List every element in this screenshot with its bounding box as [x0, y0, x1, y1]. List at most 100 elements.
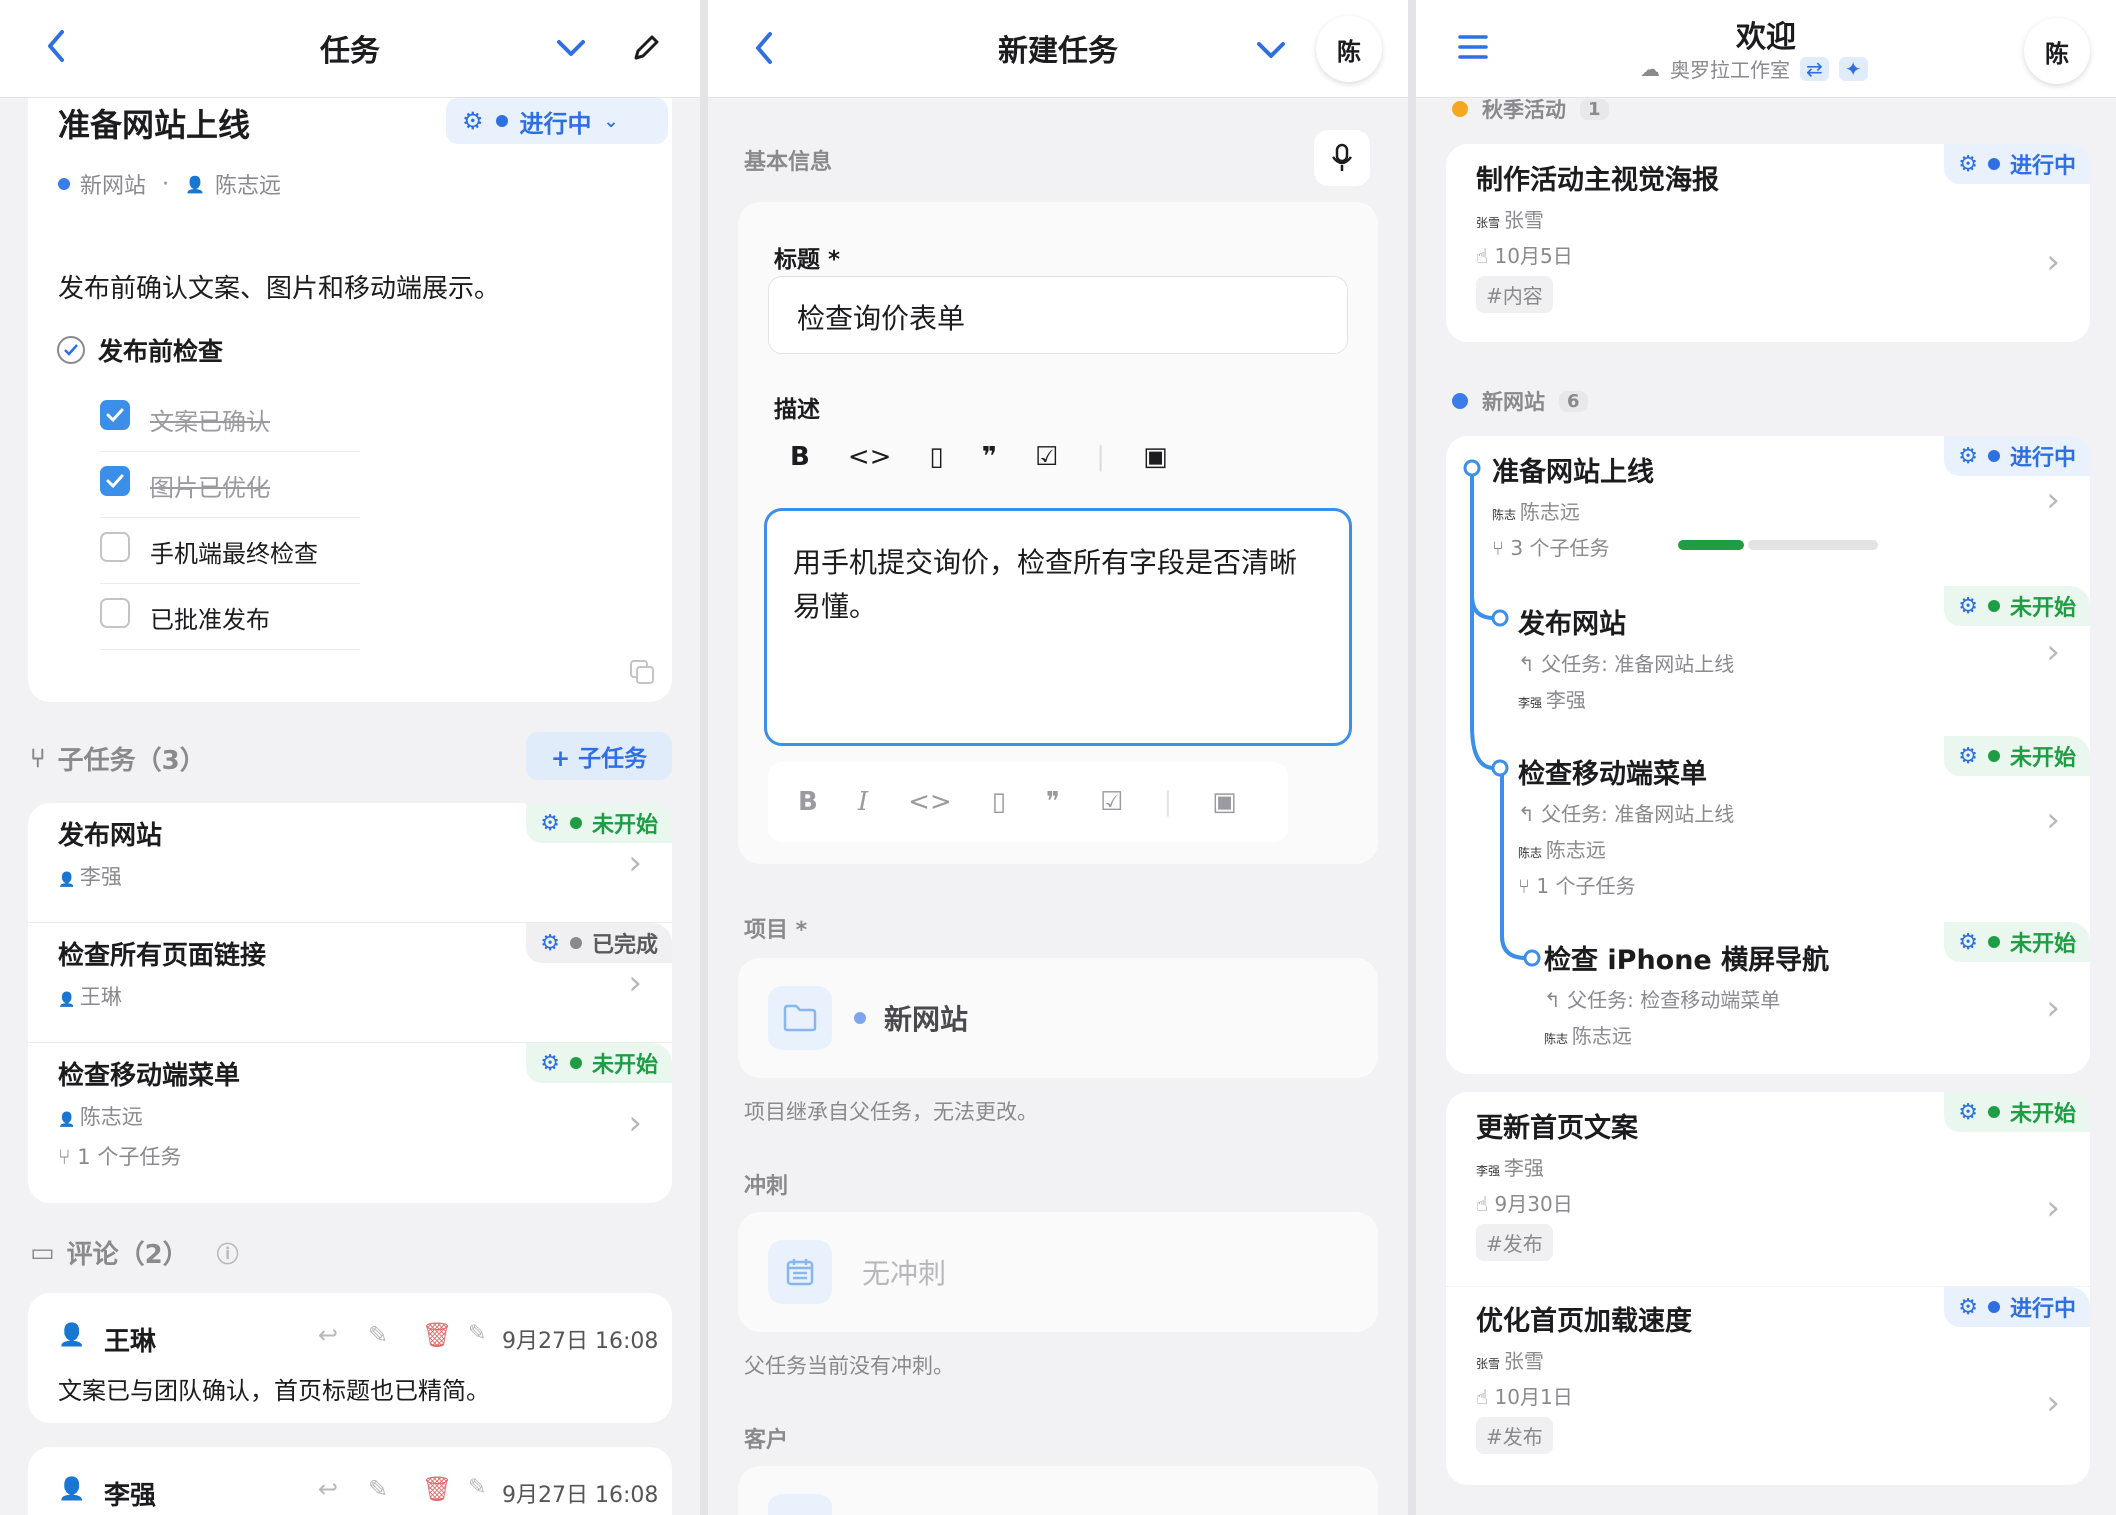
status-label: 未开始	[2009, 746, 2076, 771]
format-toolbar-bottom: B I <> ▯ ❞ ☑ | ▣	[768, 762, 1288, 842]
chevron-right-icon: ›	[628, 963, 642, 1003]
checklist-item[interactable]: 文案已确认	[100, 386, 360, 452]
task-title[interactable]: 发布网站	[1518, 602, 1626, 641]
chevron-down-icon: ⌄	[603, 110, 619, 132]
image-icon[interactable]: ▣	[1212, 787, 1237, 817]
add-subtask-button[interactable]: + 子任务	[526, 732, 672, 780]
progress-fill	[1678, 540, 1744, 550]
status-selector[interactable]: ⚙ 进行中 ⌄	[446, 98, 668, 144]
title-input[interactable]: 检查询价表单	[768, 276, 1348, 354]
task-title[interactable]: 准备网站上线	[1492, 450, 1654, 489]
gear-icon: ⚙	[1958, 1294, 1978, 1320]
swap-icon[interactable]: ⇄	[1800, 56, 1829, 81]
status-badge[interactable]: ⚙ 未开始	[1944, 586, 2090, 626]
subtask-row[interactable]: 发布网站 👤 李强 ⚙ 未开始 ›	[28, 803, 672, 923]
group-header[interactable]: 秋季活动 1	[1452, 94, 1609, 124]
description-editor[interactable]: 用手机提交询价，检查所有字段是否清晰易懂。	[764, 508, 1352, 746]
task-title[interactable]: 检查移动端菜单	[1518, 752, 1707, 791]
status-badge[interactable]: ⚙ 未开始	[526, 803, 672, 843]
user-avatar-button[interactable]: 陈	[1316, 16, 1382, 82]
reply-icon[interactable]: ↩	[318, 1321, 338, 1349]
subtask-title: 发布网站	[58, 821, 163, 851]
cloud-icon: ☁	[1640, 56, 1660, 81]
user-avatar-button[interactable]: 陈	[2024, 18, 2090, 84]
edit-icon[interactable]: ✎	[368, 1321, 388, 1349]
status-badge[interactable]: ⚙ 未开始	[1944, 736, 2090, 776]
checklist-item[interactable]: 手机端最终检查	[100, 518, 360, 584]
status-label: 未开始	[2009, 932, 2076, 957]
status-dot	[1987, 936, 2000, 948]
quote-icon[interactable]: ❞	[1046, 787, 1060, 817]
avatar: 陈志	[1492, 508, 1520, 522]
nav-bar: 新建任务 陈	[708, 0, 1408, 98]
hand-icon: ☝	[1476, 244, 1495, 268]
task-assignee: 陈志 陈志远	[1492, 496, 1580, 525]
subtask-assignee: 👤 王琳	[58, 981, 122, 1011]
checkbox[interactable]	[100, 400, 130, 430]
project-field[interactable]: 新网站	[738, 958, 1378, 1078]
task-tag: #内容	[1476, 276, 1553, 313]
sparkle-icon[interactable]: ✦	[1838, 56, 1868, 81]
code-icon[interactable]: <>	[908, 787, 952, 817]
status-badge[interactable]: ⚙ 已完成	[526, 923, 672, 963]
task-card[interactable]: 制作活动主视觉海报 张雪 张雪 ☝ 10月5日 #内容 ⚙ 进行中 ›	[1446, 144, 2090, 342]
task-title[interactable]: 检查 iPhone 横屏导航	[1544, 938, 1829, 977]
chevron-right-icon: ›	[2046, 988, 2060, 1028]
status-badge[interactable]: ⚙ 未开始	[1944, 1092, 2090, 1132]
status-dot	[1987, 450, 2000, 462]
date-label: 10月5日	[1494, 244, 1573, 268]
avatar: 李强	[1476, 1164, 1504, 1178]
progress-track	[1748, 540, 1878, 550]
code-icon[interactable]: <>	[848, 442, 892, 472]
checkbox[interactable]	[100, 466, 130, 496]
status-label: 进行中	[2009, 446, 2076, 471]
sprint-field[interactable]: 无冲刺	[738, 1212, 1378, 1332]
workspace-switcher[interactable]: ☁ 奥罗拉工作室 ⇄ ✦	[1640, 54, 1868, 83]
edit-icon[interactable]: ✎	[368, 1475, 388, 1503]
customer-field[interactable]	[738, 1466, 1378, 1515]
bold-icon[interactable]: B	[798, 787, 818, 817]
delete-icon[interactable]: 🗑	[422, 1475, 452, 1503]
hand-icon: ☝	[1476, 1385, 1495, 1409]
status-badge[interactable]: ⚙ 进行中	[1944, 144, 2090, 184]
quote-icon[interactable]: ❞	[982, 442, 997, 472]
help-icon[interactable]: ⓘ	[217, 1237, 239, 1269]
edit-icon[interactable]	[630, 32, 662, 68]
checkbox-icon[interactable]: ☑	[1035, 442, 1058, 472]
avatar: 陈志	[1544, 1032, 1572, 1046]
subtasks-header: ⑂ 子任务（3）	[30, 740, 206, 777]
task-card[interactable]: 优化首页加载速度 张雪 张雪 ☝ 10月1日 #发布 ⚙ 进行中 ›	[1446, 1287, 2090, 1485]
reply-icon[interactable]: ↩	[318, 1475, 338, 1503]
checkbox-icon[interactable]: ☑	[1100, 787, 1123, 817]
copy-icon[interactable]	[628, 658, 656, 690]
delete-icon[interactable]: 🗑	[422, 1321, 452, 1349]
task-date: ☝ 10月1日	[1476, 1381, 1573, 1410]
branch-icon: ⑂	[58, 1145, 78, 1169]
toolbar-separator: |	[1163, 787, 1173, 817]
task-card[interactable]: 更新首页文案 李强 李强 ☝ 9月30日 #发布 ⚙ 未开始 ›	[1446, 1092, 2090, 1286]
italic-icon[interactable]: I	[858, 787, 868, 817]
chevron-right-icon: ›	[628, 843, 642, 883]
gear-icon: ⚙	[1958, 593, 1978, 619]
status-badge[interactable]: ⚙ 进行中	[1944, 1287, 2090, 1327]
code-block-icon[interactable]: ▯	[929, 442, 943, 472]
subtask-count-label: 1 个子任务	[1536, 874, 1636, 898]
chevron-down-icon[interactable]	[556, 38, 586, 62]
code-block-icon[interactable]: ▯	[992, 787, 1006, 817]
assignee-name: 张雪	[1503, 1349, 1544, 1373]
bold-icon[interactable]: B	[790, 442, 810, 472]
microphone-icon[interactable]	[1314, 130, 1370, 186]
status-badge[interactable]: ⚙ 未开始	[1944, 922, 2090, 962]
group-header[interactable]: 新网站 6	[1452, 386, 1588, 416]
image-icon[interactable]: ▣	[1143, 442, 1168, 472]
subtask-row[interactable]: 检查移动端菜单 👤 陈志远 ⚙ 未开始 › ⑂ 1 个子任务	[28, 1043, 672, 1203]
status-badge[interactable]: ⚙ 进行中	[1944, 436, 2090, 476]
checklist-item[interactable]: 图片已优化	[100, 452, 360, 518]
status-dot	[1987, 1301, 2000, 1313]
chevron-down-icon[interactable]	[1256, 40, 1286, 64]
status-badge[interactable]: ⚙ 未开始	[526, 1043, 672, 1083]
checkbox[interactable]	[100, 532, 130, 562]
subtask-row[interactable]: 检查所有页面链接 👤 王琳 ⚙ 已完成 ›	[28, 923, 672, 1043]
checkbox[interactable]	[100, 598, 130, 628]
checklist-item[interactable]: 已批准发布	[100, 584, 360, 650]
